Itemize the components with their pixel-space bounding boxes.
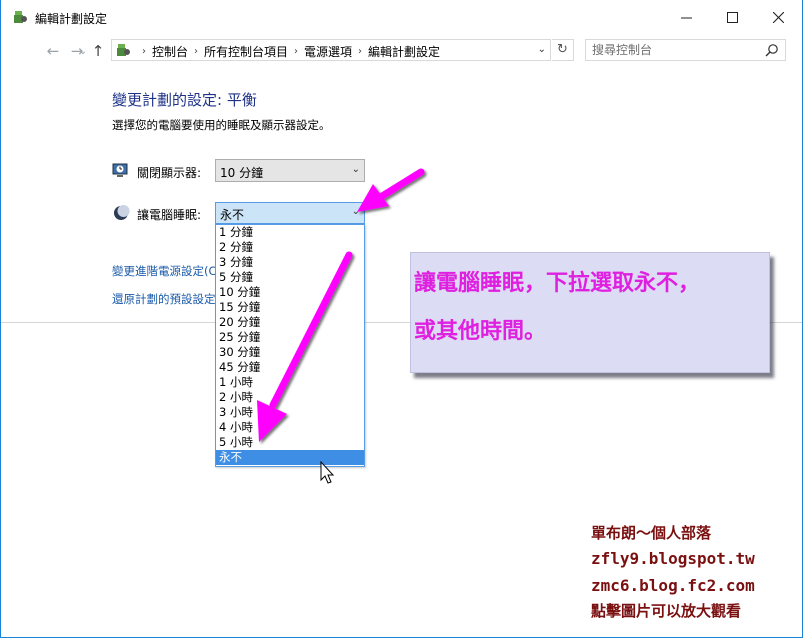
- display-off-value: 10 分鐘: [220, 166, 264, 180]
- breadcrumb-separator-icon: ›: [358, 46, 363, 57]
- power-options-icon: [14, 11, 27, 23]
- sleep-option[interactable]: 20 分鐘: [216, 315, 364, 330]
- breadcrumb-power-options[interactable]: 電源選項: [304, 43, 352, 60]
- address-dropdown-icon[interactable]: ⌄: [538, 44, 546, 55]
- sleep-option[interactable]: 30 分鐘: [216, 345, 364, 360]
- sleep-option[interactable]: 1 小時: [216, 375, 364, 390]
- sleep-select[interactable]: 永不 ⌄: [215, 202, 365, 224]
- chevron-down-icon: ⌄: [78, 46, 88, 57]
- close-button[interactable]: [755, 0, 801, 34]
- breadcrumb-control-panel[interactable]: 控制台: [152, 43, 188, 60]
- restore-defaults-link[interactable]: 還原計劃的預設設定(R): [112, 291, 215, 307]
- arrow-left-icon: ←: [46, 42, 60, 60]
- sleep-option[interactable]: 1 分鐘: [216, 225, 364, 240]
- annotation-line-1: 讓電腦睡眠，下拉選取永不，: [414, 271, 701, 296]
- window-title: 編輯計劃設定: [35, 12, 108, 26]
- sleep-option[interactable]: 3 分鐘: [216, 255, 364, 270]
- maximize-icon: [726, 11, 738, 23]
- watermark-url-1: zfly9.blogspot.tw: [591, 549, 755, 568]
- sleep-options-list[interactable]: 1 分鐘 2 分鐘 3 分鐘 5 分鐘 10 分鐘 15 分鐘 20 分鐘 25 分鐘 30 分…: [215, 224, 365, 467]
- title-bar: 編輯計劃設定: [1, 0, 802, 34]
- sleep-option[interactable]: 4 小時: [216, 420, 364, 435]
- watermark-url-2: zmc6.blog.fc2.com: [591, 576, 755, 595]
- breadcrumb-separator-icon: ›: [142, 46, 146, 57]
- sleep-option[interactable]: 15 分鐘: [216, 300, 364, 315]
- up-button[interactable]: ↑: [88, 42, 108, 60]
- page-title: 變更計劃的設定: 平衡: [112, 91, 257, 109]
- watermark-hint: 點擊圖片可以放大觀看: [591, 602, 742, 620]
- display-off-select[interactable]: 10 分鐘 ⌄: [215, 159, 365, 182]
- advanced-power-settings-link[interactable]: 變更進階電源設定(C): [112, 263, 215, 279]
- edit-plan-settings-window: 編輯計劃設定 ← → ⌄ ↑ › 控制台 › 所有控制台項目 › 電源選項 › …: [0, 0, 803, 638]
- maximize-button[interactable]: [709, 0, 755, 34]
- navigation-bar: ← → ⌄ ↑ › 控制台 › 所有控制台項目 › 電源選項 › 編輯計劃設定 …: [1, 34, 802, 68]
- sleep-option[interactable]: 永不: [216, 450, 364, 465]
- annotation-line-2: 或其他時間。: [414, 319, 547, 344]
- control-panel-icon: [117, 44, 130, 56]
- back-button[interactable]: ←: [43, 42, 63, 60]
- sleep-label: 讓電腦睡眠:: [137, 208, 202, 222]
- sleep-option[interactable]: 5 分鐘: [216, 270, 364, 285]
- search-input[interactable]: [592, 42, 762, 58]
- breadcrumb: › 控制台 › 所有控制台項目 › 電源選項 › 編輯計劃設定: [136, 43, 440, 60]
- chevron-down-icon: ⌄: [351, 164, 360, 175]
- breadcrumb-edit-plan[interactable]: 編輯計劃設定: [368, 43, 440, 60]
- sleep-option[interactable]: 2 小時: [216, 390, 364, 405]
- sleep-option[interactable]: 25 分鐘: [216, 330, 364, 345]
- address-bar[interactable]: › 控制台 › 所有控制台項目 › 電源選項 › 編輯計劃設定 ⌄: [111, 39, 551, 61]
- annotation-callout: 讓電腦睡眠，下拉選取永不， 或其他時間。: [410, 252, 770, 373]
- monitor-icon: [112, 163, 128, 177]
- watermark-blog-name: 單布朗～個人部落: [591, 524, 712, 542]
- chevron-down-icon: ⌄: [351, 206, 360, 217]
- search-box[interactable]: [585, 39, 786, 61]
- search-icon: [765, 44, 778, 57]
- sleep-option[interactable]: 2 分鐘: [216, 240, 364, 255]
- minimize-icon: [680, 17, 692, 18]
- display-off-label: 關閉顯示器:: [137, 166, 202, 180]
- moon-icon: [114, 205, 130, 220]
- sleep-option[interactable]: 45 分鐘: [216, 360, 364, 375]
- refresh-icon: ↻: [557, 42, 568, 57]
- breadcrumb-separator-icon: ›: [194, 46, 199, 57]
- sleep-option[interactable]: 5 小時: [216, 435, 364, 450]
- sleep-value: 永不: [220, 208, 245, 222]
- minimize-button[interactable]: [663, 0, 709, 34]
- breadcrumb-all-items[interactable]: 所有控制台項目: [204, 43, 288, 60]
- refresh-button[interactable]: ↻: [552, 39, 574, 61]
- page-subtitle: 選擇您的電腦要使用的睡眠及顯示器設定。: [112, 118, 331, 132]
- arrow-to-sleep-select: [357, 168, 425, 212]
- sleep-option[interactable]: 10 分鐘: [216, 285, 364, 300]
- close-icon: [772, 11, 784, 23]
- arrow-up-icon: ↑: [91, 42, 105, 60]
- sleep-option[interactable]: 3 小時: [216, 405, 364, 420]
- breadcrumb-separator-icon: ›: [294, 46, 299, 57]
